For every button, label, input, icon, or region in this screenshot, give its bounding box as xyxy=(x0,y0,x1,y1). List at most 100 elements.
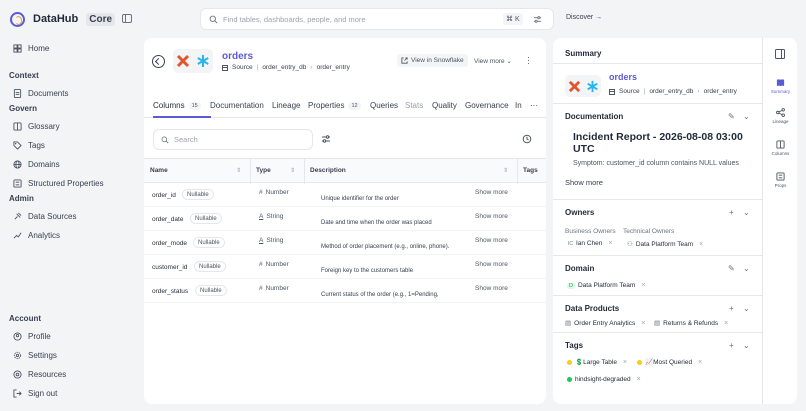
chevron-down-icon[interactable]: ⌄ xyxy=(743,264,750,273)
header-description[interactable]: Description xyxy=(310,167,346,174)
tab-label: In xyxy=(515,101,522,110)
trend-icon xyxy=(13,231,22,240)
sort-icon[interactable]: ⇕ xyxy=(290,167,295,174)
nav-label: Sign out xyxy=(28,388,58,398)
header-type[interactable]: Type xyxy=(256,167,271,174)
nav-item-glossary[interactable]: Glossary xyxy=(13,120,60,132)
add-icon[interactable]: + xyxy=(729,341,734,350)
business-owners-label: Business Owners xyxy=(565,228,616,235)
collapse-sidebar-icon[interactable] xyxy=(122,14,132,23)
header-name[interactable]: Name xyxy=(150,167,168,174)
show-more-link[interactable]: Show more xyxy=(475,237,508,244)
add-icon[interactable]: + xyxy=(729,304,734,313)
sliders-icon[interactable] xyxy=(533,15,542,24)
remove-icon[interactable]: × xyxy=(699,241,703,248)
tabs-overflow-icon[interactable]: ··· xyxy=(530,101,538,110)
table-row[interactable]: order_status Nullable # Number Current st… xyxy=(144,279,546,303)
tab-properties[interactable]: Properties 12 xyxy=(308,101,361,110)
sliders-icon[interactable] xyxy=(321,134,331,144)
tab-governance[interactable]: Governance xyxy=(465,101,509,110)
rail-summary[interactable]: Summary xyxy=(763,78,798,94)
entity-title[interactable]: orders xyxy=(222,51,253,62)
breadcrumb-db[interactable]: order_entry_db xyxy=(649,88,693,95)
plug-icon xyxy=(13,212,22,221)
back-icon[interactable] xyxy=(152,55,165,68)
tab-incidents[interactable]: In xyxy=(515,101,522,110)
table-type-icon xyxy=(609,88,615,95)
tag-chip[interactable]: 💲Large Table × xyxy=(567,358,627,366)
column-search-input[interactable]: Search xyxy=(153,129,313,150)
chevron-down-icon[interactable]: ⌄ xyxy=(743,341,750,350)
tab-documentation[interactable]: Documentation xyxy=(210,101,264,110)
tab-queries[interactable]: Queries xyxy=(370,101,398,110)
tab-stats[interactable]: Stats xyxy=(405,101,423,110)
table-row[interactable]: order_mode Nullable A String Method of or… xyxy=(144,231,546,255)
nav-item-data-sources[interactable]: Data Sources xyxy=(13,210,76,222)
summary-entity-title[interactable]: orders xyxy=(609,72,637,82)
chevron-down-icon[interactable]: ⌄ xyxy=(743,112,750,121)
owner-chip[interactable]: ⚇ Data Platform Team × xyxy=(627,240,703,249)
show-more-link[interactable]: Show more xyxy=(475,285,508,292)
show-more-link[interactable]: Show more xyxy=(565,178,603,187)
data-product-chip[interactable]: ▤ Order Entry Analytics × xyxy=(565,319,645,328)
history-icon[interactable] xyxy=(522,134,532,144)
product-icon: ▤ xyxy=(565,320,572,327)
nav-item-settings[interactable]: Settings xyxy=(13,349,57,361)
nav-item-analytics[interactable]: Analytics xyxy=(13,229,60,241)
breadcrumb-schema[interactable]: order_entry xyxy=(704,88,737,95)
nav-item-documents[interactable]: Documents xyxy=(13,87,68,99)
breadcrumb-schema[interactable]: order_entry xyxy=(317,64,350,71)
remove-icon[interactable]: × xyxy=(641,320,645,327)
nav-item-profile[interactable]: Profile xyxy=(13,330,51,342)
remove-icon[interactable]: × xyxy=(608,240,612,247)
discover-link[interactable]: Discover → xyxy=(566,14,602,21)
global-search[interactable]: Find tables, dashboards, people, and mor… xyxy=(200,8,554,30)
column-name: order_mode xyxy=(152,240,188,247)
remove-icon[interactable]: × xyxy=(641,282,645,289)
rail-lineage[interactable]: Lineage xyxy=(763,108,798,124)
tab-quality[interactable]: Quality xyxy=(432,101,457,110)
remove-icon[interactable]: × xyxy=(698,359,702,366)
table-row[interactable]: order_id Nullable # Number Unique identif… xyxy=(144,183,546,207)
breadcrumb-db[interactable]: order_entry_db xyxy=(262,64,306,71)
nullable-badge: Nullable xyxy=(182,189,214,200)
nav-item-tags[interactable]: Tags xyxy=(13,139,45,151)
sort-icon[interactable]: ⇕ xyxy=(503,167,508,174)
remove-icon[interactable]: × xyxy=(724,320,728,327)
remove-icon[interactable]: × xyxy=(623,359,627,366)
nav-item-structured-properties[interactable]: Structured Properties xyxy=(13,177,104,189)
table-row[interactable]: customer_id Nullable # Number Foreign key… xyxy=(144,255,546,279)
show-more-link[interactable]: Show more xyxy=(475,213,508,220)
domain-chip[interactable]: D Data Platform Team × xyxy=(567,282,645,289)
show-more-link[interactable]: Show more xyxy=(475,261,508,268)
rail-columns[interactable]: Columns xyxy=(763,140,798,156)
rail-props[interactable]: Props xyxy=(763,172,798,188)
view-more-button[interactable]: View more ⌄ xyxy=(474,57,512,65)
chevron-down-icon[interactable]: ⌄ xyxy=(743,304,750,313)
chevron-down-icon[interactable]: ⌄ xyxy=(743,208,750,217)
nav-item-sign-out[interactable]: Sign out xyxy=(13,387,57,399)
view-in-snowflake-button[interactable]: View in Snowflake xyxy=(397,54,468,67)
tag-name: 💲Large Table xyxy=(575,359,617,366)
more-options-icon[interactable]: · · · xyxy=(527,53,530,68)
sort-icon[interactable]: ⇕ xyxy=(236,167,241,174)
owner-chip[interactable]: IC Ian Chen × xyxy=(568,240,612,247)
close-panel-icon[interactable] xyxy=(775,49,785,59)
data-product-chip[interactable]: ▤ Returns & Refunds × xyxy=(654,319,728,328)
brand[interactable]: DataHub Core xyxy=(10,10,116,28)
remove-icon[interactable]: × xyxy=(637,376,641,383)
nav-item-domains[interactable]: Domains xyxy=(13,158,60,170)
table-row[interactable]: order_date Nullable A String Date and tim… xyxy=(144,207,546,231)
edit-icon[interactable]: ✎ xyxy=(728,112,735,121)
tag-chip[interactable]: 📈Most Queried × xyxy=(637,358,702,366)
show-more-link[interactable]: Show more xyxy=(475,189,508,196)
tab-columns[interactable]: Columns 15 xyxy=(153,101,211,118)
add-icon[interactable]: + xyxy=(729,208,734,217)
tab-lineage[interactable]: Lineage xyxy=(272,101,300,110)
edit-icon[interactable]: ✎ xyxy=(728,264,735,273)
nav-item-home[interactable]: Home xyxy=(13,42,49,54)
tag-chip[interactable]: hindsight-degraded × xyxy=(567,376,641,383)
nav-item-resources[interactable]: Resources xyxy=(13,368,66,380)
entity-logos xyxy=(565,75,601,97)
header-tags[interactable]: Tags xyxy=(523,167,538,174)
